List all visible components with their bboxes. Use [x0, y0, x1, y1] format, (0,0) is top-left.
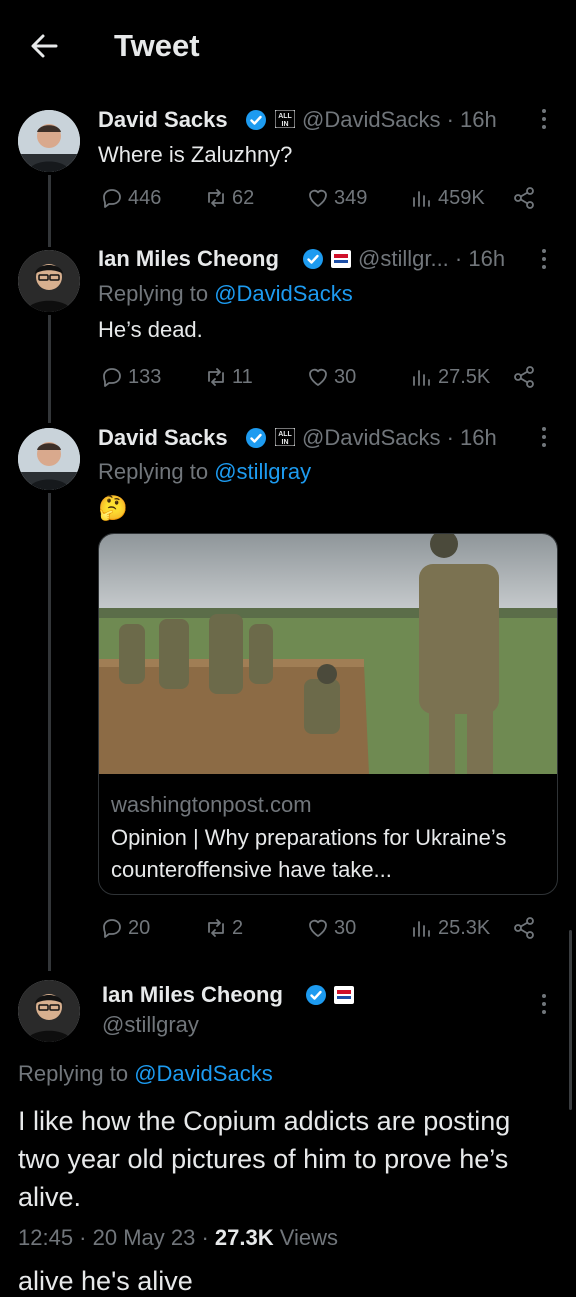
svg-text:ALL: ALL: [278, 431, 292, 438]
share-icon[interactable]: [512, 916, 536, 940]
retweet-count: 2: [232, 916, 244, 939]
affiliation-badge-icon[interactable]: ALL IN: [275, 110, 295, 128]
more-options-icon[interactable]: [539, 992, 549, 1016]
author-name[interactable]: David Sacks: [98, 425, 228, 451]
views-button[interactable]: 27.5K: [410, 364, 490, 390]
views-count: 25.3K: [438, 916, 491, 939]
timestamp[interactable]: 12:45 · 20 May 23 ·: [18, 1225, 215, 1250]
thread-line: [48, 315, 51, 423]
thread-line: [48, 175, 51, 247]
replying-to: Replying to @stillgray: [98, 459, 311, 485]
thread-line: [48, 493, 51, 971]
retweet-icon: [208, 368, 224, 386]
retweet-count: 11: [232, 365, 253, 388]
views-button[interactable]: 25.3K: [410, 915, 490, 941]
author-handle-time[interactable]: @DavidSacks · 16h: [302, 425, 497, 451]
reply-button[interactable]: 133: [100, 364, 161, 390]
heart-icon: [309, 368, 327, 386]
like-count: 349: [334, 186, 368, 209]
tweet-meta: 12:45 · 20 May 23 · 27.3K Views: [18, 1225, 338, 1251]
avatar[interactable]: [18, 428, 80, 490]
reply-icon: [103, 919, 121, 938]
replying-to: Replying to @DavidSacks: [18, 1061, 273, 1087]
replying-to-prefix: Replying to: [98, 459, 209, 484]
reply-icon: [103, 368, 121, 387]
scrollbar[interactable]: [569, 930, 572, 1110]
like-button[interactable]: 30: [306, 364, 356, 390]
main-tweet-text: I like how the Copium addicts are postin…: [18, 1106, 511, 1212]
like-button[interactable]: 349: [306, 185, 367, 211]
reply-icon: [103, 189, 121, 208]
views-chart-icon: [413, 921, 430, 937]
author-handle[interactable]: @stillgray: [102, 1012, 199, 1038]
views-label: Views: [279, 1225, 339, 1250]
verified-badge-icon: [303, 249, 323, 269]
replying-to-link[interactable]: @stillgray: [214, 459, 311, 484]
author-name[interactable]: Ian Miles Cheong: [98, 246, 279, 272]
more-options-icon[interactable]: [539, 247, 549, 271]
affiliation-badge-icon[interactable]: ALL IN: [275, 428, 295, 446]
cutoff-text: alive he's alive: [18, 1266, 193, 1296]
verified-badge-icon: [306, 985, 326, 1005]
share-icon[interactable]: [512, 186, 536, 210]
retweet-count: 62: [232, 186, 255, 209]
heart-icon: [309, 189, 327, 207]
back-arrow-icon[interactable]: [28, 30, 60, 62]
affiliation-badge-icon[interactable]: [331, 250, 351, 268]
share-icon[interactable]: [512, 365, 536, 389]
tweet-text: Where is Zaluzhny?: [98, 142, 293, 167]
replying-to-link[interactable]: @DavidSacks: [134, 1061, 273, 1086]
retweet-icon: [208, 189, 224, 207]
avatar[interactable]: [18, 250, 80, 312]
tweet-emoji: 🤔: [98, 495, 128, 522]
retweet-button[interactable]: 11: [204, 364, 253, 390]
views-count: 27.5K: [438, 365, 491, 388]
verified-badge-icon: [246, 428, 266, 448]
replying-to: Replying to @DavidSacks: [98, 281, 353, 307]
card-title: Opinion | Why preparations for Ukraine’s…: [111, 825, 507, 882]
replying-to-link[interactable]: @DavidSacks: [214, 281, 353, 306]
views-count: 459K: [438, 186, 485, 209]
replying-to-prefix: Replying to: [98, 281, 209, 306]
svg-text:IN: IN: [282, 121, 289, 128]
author-name[interactable]: Ian Miles Cheong: [102, 982, 283, 1008]
like-count: 30: [334, 365, 357, 388]
views-chart-icon: [413, 370, 430, 386]
reply-button[interactable]: 20: [100, 915, 150, 941]
svg-text:ALL: ALL: [278, 113, 292, 120]
verified-badge-icon: [246, 110, 266, 130]
more-options-icon[interactable]: [539, 107, 549, 131]
more-options-icon[interactable]: [539, 425, 549, 449]
views-total: 27.3K: [214, 1225, 274, 1250]
like-button[interactable]: 30: [306, 915, 356, 941]
avatar[interactable]: [18, 110, 80, 172]
like-count: 30: [334, 916, 357, 939]
top-bar: Tweet: [0, 0, 576, 92]
reply-count: 20: [128, 916, 151, 939]
views-chart-icon: [413, 191, 430, 207]
avatar[interactable]: [18, 980, 80, 1042]
card-image: [99, 534, 557, 774]
reply-count: 446: [128, 186, 162, 209]
reply-button[interactable]: 446: [100, 185, 161, 211]
retweet-icon: [208, 919, 224, 937]
views-button[interactable]: 459K: [410, 185, 485, 211]
retweet-button[interactable]: 2: [204, 915, 243, 941]
author-handle-time[interactable]: @DavidSacks · 16h: [302, 107, 497, 133]
tweet-text: He’s dead.: [98, 317, 203, 342]
author-handle-time[interactable]: @stillgr... · 16h: [358, 246, 505, 272]
page-title: Tweet: [114, 28, 200, 63]
heart-icon: [309, 919, 327, 937]
card-domain: washingtonpost.com: [111, 792, 312, 817]
reply-count: 133: [128, 365, 162, 388]
link-card[interactable]: washingtonpost.com Opinion | Why prepara…: [98, 533, 558, 895]
affiliation-badge-icon[interactable]: [334, 986, 354, 1004]
svg-text:IN: IN: [282, 439, 289, 446]
replying-to-prefix: Replying to: [18, 1061, 129, 1086]
retweet-button[interactable]: 62: [204, 185, 254, 211]
author-name[interactable]: David Sacks: [98, 107, 228, 133]
